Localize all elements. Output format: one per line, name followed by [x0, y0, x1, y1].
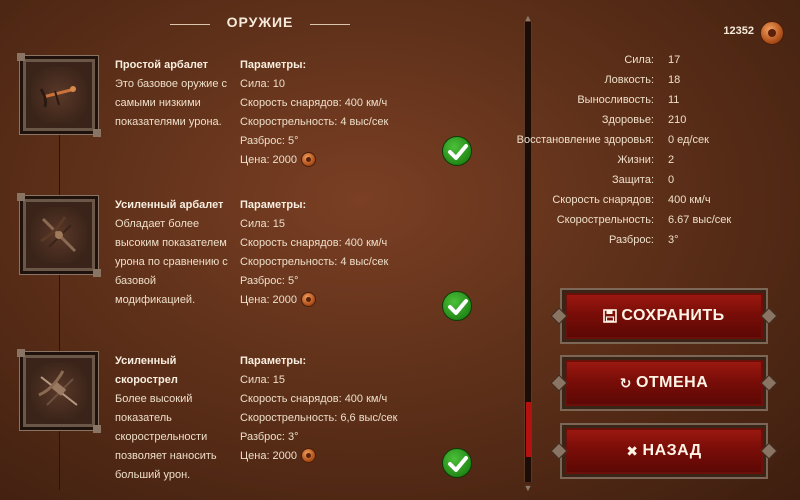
scroll-down-icon[interactable]: ▼	[522, 482, 534, 494]
stat-label: Скорострельность:	[556, 214, 654, 226]
currency-amount: 12352	[723, 25, 754, 37]
param-price: Цена: 2000	[240, 154, 298, 166]
param-projectile-speed: Скорость снарядов: 400 км/ч	[240, 393, 388, 405]
param-rate: Скорострельность: 4 выс/сек	[240, 256, 389, 268]
character-stats: Сила: 17 Ловкость: 18 Выносливость: 11 Здор…	[517, 50, 790, 250]
param-strength: Сила: 10	[240, 78, 285, 90]
scrollbar-track[interactable]	[524, 22, 532, 482]
weapon-timeline-line	[59, 130, 60, 490]
crossbow-icon	[31, 207, 87, 263]
close-icon: ✖	[626, 442, 639, 459]
stat-value: 2	[668, 154, 675, 166]
param-rate: Скорострельность: 6,6 выс/сек	[240, 412, 398, 424]
cancel-button-label: ОТМЕНА	[635, 374, 709, 391]
back-button-label: НАЗАД	[642, 442, 702, 459]
stat-row: Разброс: 3°	[540, 230, 790, 250]
param-spread: Разброс: 5°	[240, 135, 299, 147]
stat-row: Защита: 0	[540, 170, 790, 190]
save-button-label: СОХРАНИТЬ	[621, 307, 725, 324]
stat-label: Здоровье:	[601, 114, 654, 126]
param-price: Цена: 2000	[240, 294, 298, 306]
params-title: Параметры:	[240, 59, 307, 71]
param-strength: Сила: 15	[240, 218, 285, 230]
weapon-thumbnail[interactable]	[17, 349, 101, 433]
back-button[interactable]: ✖ НАЗАД	[550, 425, 778, 477]
checkmark-icon	[448, 144, 468, 160]
coin-icon	[760, 21, 784, 45]
param-spread: Разброс: 3°	[240, 431, 299, 443]
weapon-name: Усиленный скорострел	[115, 355, 178, 386]
stat-row: Ловкость: 18	[540, 70, 790, 90]
stat-row: Сила: 17	[540, 50, 790, 70]
stat-label: Скорость снарядов:	[552, 194, 654, 206]
stat-row: Выносливость: 11	[540, 90, 790, 110]
button-ornament	[760, 374, 778, 392]
stat-value: 0 ед/сек	[668, 134, 709, 146]
params-title: Параметры:	[240, 199, 307, 211]
checkmark-icon	[448, 456, 468, 472]
title-divider-right	[310, 24, 350, 25]
weapon-name: Простой арбалет	[115, 59, 209, 71]
page-title: ОРУЖИЕ	[226, 14, 294, 30]
save-button[interactable]: СОХРАНИТЬ	[550, 290, 778, 342]
param-rate: Скорострельность: 4 выс/сек	[240, 116, 389, 128]
button-ornament	[550, 374, 568, 392]
stat-row: Скорострельность: 6.67 выс/сек	[540, 210, 790, 230]
owned-check-button[interactable]	[442, 136, 472, 166]
stat-row: Скорость снарядов: 400 км/ч	[540, 190, 790, 210]
param-spread: Разброс: 5°	[240, 275, 299, 287]
stat-value: 6.67 выс/сек	[668, 214, 732, 226]
weapon-description: Обладает более высоким показателем урона…	[115, 218, 228, 306]
param-price-row: Цена: 2000	[240, 291, 420, 310]
button-ornament	[760, 307, 778, 325]
stat-label: Защита:	[611, 174, 654, 186]
weapon-description: Это базовое оружие с самыми низкими пока…	[115, 78, 227, 128]
stat-label: Разброс:	[609, 234, 654, 246]
param-strength: Сила: 15	[240, 374, 285, 386]
param-price-row: Цена: 2000	[240, 447, 420, 466]
stat-label: Восстановление здоровья:	[516, 134, 654, 146]
stat-label: Выносливость:	[577, 94, 654, 106]
weapon-thumbnail[interactable]	[17, 193, 101, 277]
stat-value: 400 км/ч	[668, 194, 711, 206]
coin-icon	[301, 151, 317, 167]
stat-value: 17	[668, 54, 681, 66]
param-price: Цена: 2000	[240, 450, 298, 462]
coin-icon	[301, 291, 317, 307]
stat-value: 18	[668, 74, 681, 86]
crossbow-icon	[31, 67, 87, 123]
stat-label: Жизни:	[617, 154, 654, 166]
button-ornament	[760, 442, 778, 460]
checkmark-icon	[448, 299, 468, 315]
param-price-row: Цена: 2000	[240, 151, 420, 170]
owned-check-button[interactable]	[442, 448, 472, 478]
param-projectile-speed: Скорость снарядов: 400 км/ч	[240, 97, 388, 109]
params-title: Параметры:	[240, 355, 307, 367]
undo-icon: ↻	[619, 374, 632, 391]
floppy-disk-icon	[603, 309, 618, 323]
button-ornament	[550, 307, 568, 325]
stat-value: 210	[668, 114, 687, 126]
weapon-thumbnail[interactable]	[17, 53, 101, 137]
stat-value: 3°	[668, 234, 679, 246]
button-ornament	[550, 442, 568, 460]
stat-label: Ловкость:	[604, 74, 654, 86]
stat-row: Жизни: 2	[540, 150, 790, 170]
weapon-description: Более высокий показатель скорострельност…	[115, 393, 217, 481]
stat-value: 11	[668, 94, 680, 106]
crossbow-icon	[31, 363, 87, 419]
stat-value: 0	[668, 174, 675, 186]
stat-row: Восстановление здоровья: 0 ед/сек	[517, 130, 790, 150]
section-header: ОРУЖИЕ	[170, 14, 350, 36]
cancel-button[interactable]: ↻ ОТМЕНА	[550, 357, 778, 409]
param-projectile-speed: Скорость снарядов: 400 км/ч	[240, 237, 388, 249]
stat-label: Сила:	[624, 54, 654, 66]
weapon-name: Усиленный арбалет	[115, 199, 224, 211]
stat-row: Здоровье: 210	[540, 110, 790, 130]
owned-check-button[interactable]	[442, 291, 472, 321]
coin-icon	[301, 447, 317, 463]
scrollbar-thumb[interactable]	[526, 402, 531, 457]
